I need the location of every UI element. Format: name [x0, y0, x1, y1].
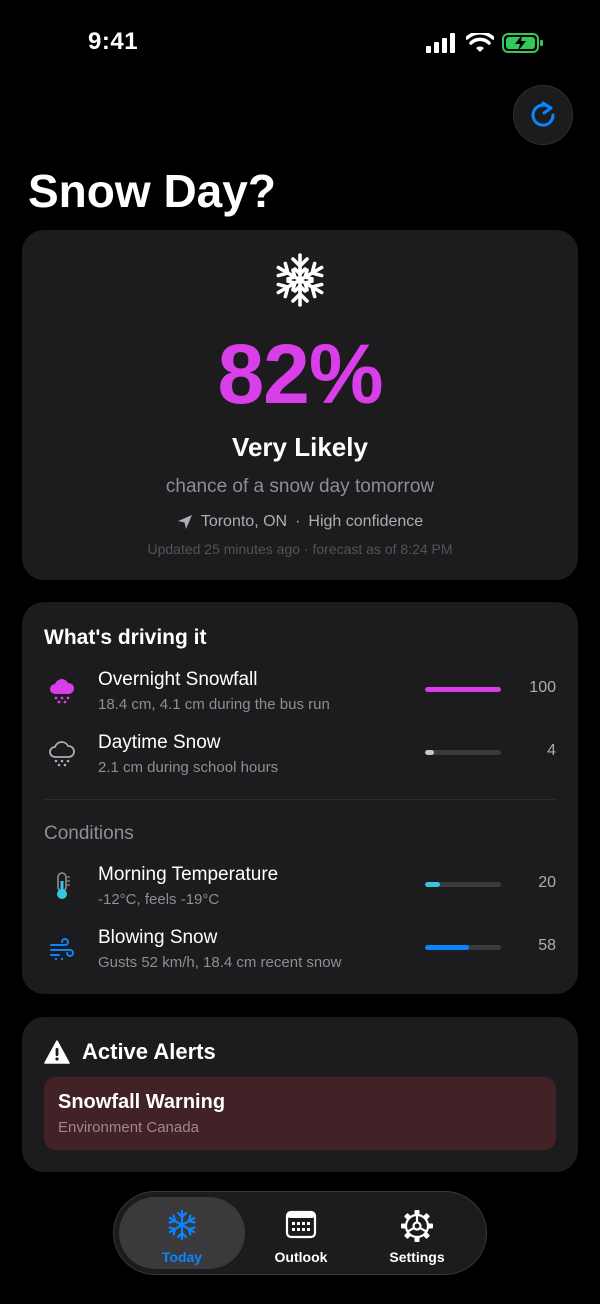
factor-score: 4 [547, 742, 556, 759]
factor-desc: 18.4 cm, 4.1 cm during the bus run [98, 696, 330, 713]
condition-row: Blowing Snow Gusts 52 km/h, 18.4 cm rece… [44, 927, 556, 977]
factor-row: Daytime Snow 2.1 cm during school hours … [44, 732, 556, 782]
condition-score: 20 [538, 874, 556, 891]
warning-icon [44, 1040, 70, 1064]
factor-name: Overnight Snowfall [98, 669, 258, 690]
factor-bar-track [425, 750, 501, 755]
conditions-title: Conditions [44, 823, 134, 844]
snow-cloud-outline-icon [49, 741, 75, 767]
factor-bar-fill [425, 687, 501, 692]
condition-desc: Gusts 52 km/h, 18.4 cm recent snow [98, 954, 342, 971]
updated-time: Updated 25 minutes ago · forecast as of … [147, 541, 453, 557]
factor-bar-track [425, 687, 501, 692]
snowflake-icon [166, 1209, 198, 1241]
tab-label: Today [161, 1249, 203, 1265]
factor-row: Overnight Snowfall 18.4 cm, 4.1 cm durin… [44, 669, 556, 719]
location-arrow-icon [177, 515, 192, 529]
status-icons [426, 32, 544, 54]
cellular-signal-icon [426, 33, 455, 53]
status-time: 9:41 [88, 28, 139, 55]
alerts-card: Active Alerts Snowfall Warning Environme… [22, 1017, 578, 1172]
drivers-title: What's driving it [44, 626, 207, 649]
confidence-label: High confidence [308, 513, 424, 530]
condition-score: 58 [538, 937, 556, 954]
calendar-icon [285, 1210, 317, 1239]
alerts-title: Active Alerts [82, 1039, 216, 1064]
factor-desc: 2.1 cm during school hours [98, 759, 279, 776]
tab-label: Outlook [274, 1249, 328, 1265]
likelihood-label: Very Likely [232, 432, 368, 462]
alert-title: Snowfall Warning [58, 1091, 226, 1113]
section-divider [44, 799, 556, 800]
thermometer-icon [57, 872, 70, 899]
location-row: Toronto, ON · High confidence [22, 513, 578, 531]
condition-bar-fill [425, 882, 441, 887]
tab-settings[interactable]: Settings [354, 1197, 480, 1269]
tab-bar: Today Outlook Settings [113, 1191, 487, 1275]
battery-charging-icon [502, 33, 543, 53]
alert-source: Environment Canada [58, 1119, 199, 1136]
separator-dot: · [295, 513, 301, 530]
factor-score: 100 [529, 679, 556, 696]
alerts-header: Active Alerts [44, 1039, 216, 1065]
drivers-card: What's driving it Overnight Snowfall 18.… [22, 602, 578, 994]
status-bar: 9:41 [0, 0, 600, 90]
snow-cloud-icon [50, 679, 75, 704]
condition-bar-track [425, 882, 501, 887]
wifi-icon [466, 33, 494, 52]
condition-name: Morning Temperature [98, 864, 279, 885]
factor-name: Daytime Snow [98, 732, 221, 753]
tab-label: Settings [389, 1249, 445, 1265]
refresh-icon [531, 101, 555, 127]
refresh-button[interactable] [513, 85, 573, 145]
page-title: Snow Day? [28, 165, 276, 217]
alert-item[interactable]: Snowfall Warning Environment Canada [44, 1077, 556, 1150]
snowflake-icon [274, 253, 326, 307]
condition-name: Blowing Snow [98, 927, 218, 948]
snow-day-percent: 82% [217, 327, 383, 421]
gear-icon [401, 1210, 433, 1242]
factor-bar-fill [425, 750, 435, 755]
tab-outlook[interactable]: Outlook [238, 1197, 364, 1269]
condition-bar-fill [425, 945, 470, 950]
condition-row: Morning Temperature -12°C, feels -19°C 2… [44, 864, 556, 914]
hero-subtitle: chance of a snow day tomorrow [165, 476, 435, 497]
tab-today[interactable]: Today [119, 1197, 245, 1269]
probability-card: 82% Very Likely chance of a snow day tom… [22, 230, 578, 580]
condition-desc: -12°C, feels -19°C [98, 891, 220, 908]
location-name: Toronto, ON [200, 513, 288, 530]
hero-snowflake [22, 252, 578, 308]
wind-icon [50, 938, 74, 961]
condition-bar-track [425, 945, 501, 950]
